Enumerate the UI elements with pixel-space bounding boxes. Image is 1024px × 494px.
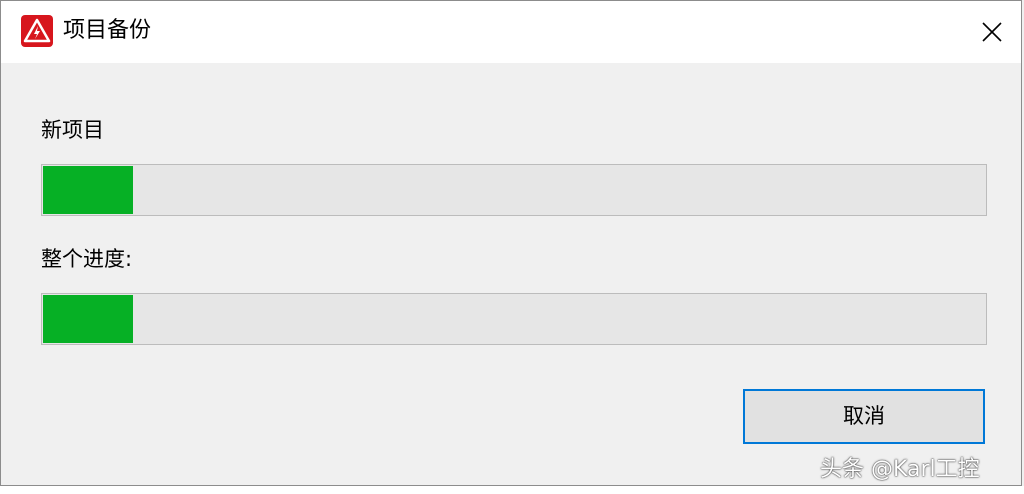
close-button[interactable]	[971, 11, 1013, 53]
window-title: 项目备份	[63, 18, 152, 43]
current-item-label: 新项目	[41, 118, 104, 142]
close-icon	[982, 22, 1002, 42]
current-item-progress-fill	[43, 166, 133, 214]
warning-triangle-icon	[21, 15, 53, 47]
current-item-progress-bar	[41, 164, 987, 216]
backup-dialog: 项目备份 新项目 整个进度: 取消	[0, 0, 1022, 486]
overall-progress-label: 整个进度:	[41, 247, 133, 271]
cancel-button[interactable]: 取消	[743, 389, 985, 444]
background-strip	[0, 486, 1024, 494]
title-bar[interactable]: 项目备份	[1, 1, 1021, 63]
watermark-text: 头条 @Karl工控	[820, 457, 980, 482]
overall-progress-fill	[43, 295, 133, 343]
overall-progress-bar	[41, 293, 987, 345]
